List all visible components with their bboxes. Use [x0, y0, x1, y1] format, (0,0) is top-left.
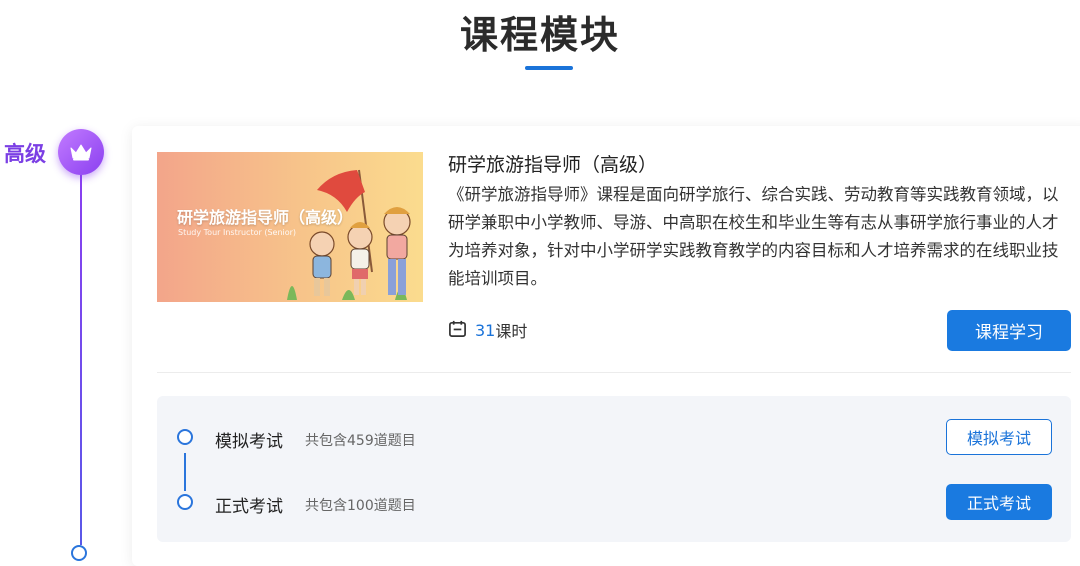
mock-exam-count: 共包含459道题目 — [305, 433, 416, 449]
lessons-info: 31 课时 — [448, 318, 527, 342]
course-study-button[interactable]: 课程学习 — [947, 310, 1071, 351]
mock-exam-node — [177, 429, 193, 445]
formal-exam-count: 共包含100道题目 — [305, 498, 416, 514]
calendar-icon — [448, 319, 467, 342]
formal-exam-button[interactable]: 正式考试 — [946, 484, 1052, 520]
crown-icon — [58, 129, 104, 175]
timeline-node — [71, 545, 87, 561]
thumbnail-subtitle: Study Tour Instructor (Senior) — [178, 228, 297, 237]
formal-exam-node — [177, 494, 193, 510]
level-label: 高级 — [4, 142, 46, 166]
timeline-line — [80, 175, 82, 545]
formal-exam-label: 正式考试 — [215, 497, 283, 517]
course-title[interactable]: 研学旅游指导师（高级） — [448, 150, 657, 177]
mock-exam-label: 模拟考试 — [215, 432, 283, 452]
divider — [157, 372, 1071, 373]
mock-exam-button[interactable]: 模拟考试 — [946, 419, 1052, 455]
exam-panel — [157, 396, 1071, 542]
thumbnail-title: 研学旅游指导师（高级） — [177, 208, 354, 227]
lessons-count: 31 — [475, 320, 496, 340]
title-underline — [525, 66, 573, 70]
exam-connector — [184, 453, 186, 491]
course-thumbnail[interactable]: 研学旅游指导师（高级） Study Tour Instructor (Senio… — [157, 152, 423, 302]
lessons-unit: 课时 — [495, 322, 528, 341]
course-description: 《研学旅游指导师》课程是面向研学旅行、综合实践、劳动教育等实践教育领域，以研学兼… — [448, 185, 1059, 288]
section-title: 课程模块 — [459, 13, 620, 57]
